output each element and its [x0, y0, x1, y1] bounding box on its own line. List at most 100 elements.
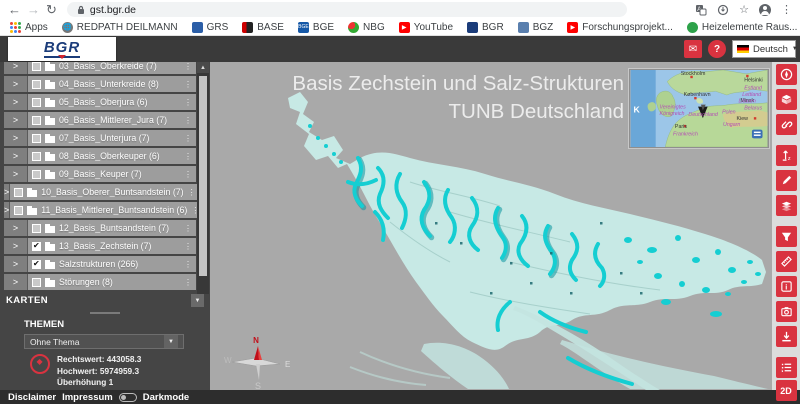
layer-menu-icon[interactable]: ⋮ [184, 242, 192, 251]
language-select[interactable]: Deutsch ▼ [732, 40, 796, 58]
expand-chevron-icon[interactable]: > [4, 76, 28, 92]
profile-avatar[interactable] [759, 4, 771, 16]
panel-drag-handle[interactable] [90, 312, 120, 314]
layer-row-10-basis-oberer-buntsandstein[interactable]: >10_Basis_Oberer_Buntsandstein (7)⋮ [4, 184, 196, 200]
layer-row-04-basis-unterkreide[interactable]: >04_Basis_Unterkreide (8)⋮ [4, 76, 196, 92]
2d-mode-button[interactable]: 2D [776, 380, 797, 401]
bookmark-bgz[interactable]: BGZ [518, 22, 554, 33]
layer-checkbox[interactable] [32, 62, 41, 71]
expand-chevron-icon[interactable]: > [4, 148, 28, 164]
overview-inset-map[interactable]: Stockholm Helsinki København Minsk Kiew … [629, 69, 769, 148]
expand-chevron-icon[interactable]: > [4, 274, 28, 290]
svg-text:Lettland: Lettland [742, 92, 762, 98]
expand-chevron-icon[interactable]: > [4, 166, 28, 182]
layer-checkbox[interactable] [32, 152, 41, 161]
layers-tool-button[interactable] [776, 195, 797, 216]
layer-checkbox[interactable] [32, 242, 41, 251]
expand-chevron-icon[interactable]: > [4, 62, 28, 74]
layer-menu-icon[interactable]: ⋮ [184, 98, 192, 107]
layer-checkbox[interactable] [32, 98, 41, 107]
layer-menu-icon[interactable]: ⋮ [184, 80, 192, 89]
bookmark-heizelemente[interactable]: Heizelemente Raus... [687, 22, 798, 33]
bookmark-bgr[interactable]: BGR [467, 22, 504, 33]
compass-tool-button[interactable] [776, 64, 797, 85]
bookmark-nbg[interactable]: NBG [348, 22, 385, 33]
layer-menu-icon[interactable]: ⋮ [184, 62, 192, 71]
download-tool-button[interactable] [776, 326, 797, 347]
address-bar[interactable]: gst.bgr.de [67, 2, 627, 17]
layer-row-06-basis-mittlerer-jura[interactable]: >06_Basis_Mittlerer_Jura (7)⋮ [4, 112, 196, 128]
layer-menu-icon[interactable]: ⋮ [184, 116, 192, 125]
bookmark-youtube[interactable]: ▶YouTube [399, 22, 453, 33]
measure-tool-button[interactable] [776, 251, 797, 272]
expand-chevron-icon[interactable]: > [4, 94, 28, 110]
scrollbar-thumb[interactable] [199, 76, 207, 276]
layer-row-11-basis-mittlerer-buntsandstein[interactable]: >11_Basis_Mittlerer_Buntsandstein (6)⋮ [4, 202, 196, 218]
layer-checkbox[interactable] [32, 260, 41, 269]
expand-chevron-icon[interactable]: > [4, 130, 28, 146]
layer-row-03-basis-oberkreide[interactable]: >03_Basis_Oberkreide (7)⋮ [4, 62, 196, 74]
apps-button[interactable]: Apps [10, 22, 48, 33]
disclaimer-link[interactable]: Disclaimer [8, 392, 56, 403]
layer-menu-icon[interactable]: ⋮ [184, 152, 192, 161]
layer-checkbox[interactable] [32, 80, 41, 89]
share-icon[interactable] [717, 4, 729, 16]
layer-checkbox[interactable] [32, 278, 41, 287]
layer-menu-icon[interactable]: ⋮ [184, 278, 192, 287]
layer-menu-icon[interactable]: ⋮ [184, 134, 192, 143]
karten-collapse-button[interactable]: ▼ [191, 294, 204, 307]
back-icon[interactable]: ← [8, 3, 21, 16]
layer-menu-icon[interactable]: ⋮ [184, 170, 192, 179]
map-3d-viewport[interactable]: N E S W Basis Zechstein und Salz-Struktu… [210, 62, 772, 390]
bookmark-base[interactable]: BASE [242, 22, 284, 33]
contact-mail-button[interactable]: ✉ [684, 40, 702, 58]
expand-chevron-icon[interactable]: > [4, 256, 28, 272]
layer-menu-icon[interactable]: ⋮ [188, 188, 196, 197]
bookmark-bge[interactable]: BGEBGE [298, 22, 334, 33]
screenshot-tool-button[interactable] [776, 301, 797, 322]
expand-chevron-icon[interactable]: > [4, 238, 28, 254]
layer-row-05-basis-oberjura[interactable]: >05_Basis_Oberjura (6)⋮ [4, 94, 196, 110]
bookmark-forschungsprojekt[interactable]: ▶Forschungsprojekt... [567, 22, 673, 33]
3d-export-tool-button[interactable] [776, 89, 797, 110]
help-button[interactable]: ? [708, 40, 726, 58]
layer-checkbox[interactable] [14, 188, 23, 197]
legend-tool-button[interactable] [776, 357, 797, 378]
z-scale-tool-button[interactable]: z [776, 145, 797, 166]
expand-chevron-icon[interactable]: > [4, 112, 28, 128]
bookmark-star-icon[interactable]: ☆ [739, 3, 749, 16]
layer-menu-icon[interactable]: ⋮ [184, 260, 192, 269]
layer-checkbox[interactable] [14, 206, 23, 215]
layer-row-stoerungen[interactable]: >Störungen (8)⋮ [4, 274, 196, 290]
expand-chevron-icon[interactable]: > [4, 220, 28, 236]
darkmode-toggle[interactable] [119, 393, 137, 402]
layer-checkbox[interactable] [32, 170, 41, 179]
svg-text:Litauen: Litauen [738, 99, 755, 105]
layer-menu-icon[interactable]: ⋮ [184, 224, 192, 233]
share-link-tool-button[interactable] [776, 114, 797, 135]
layer-row-salzstrukturen[interactable]: >Salzstrukturen (266)⋮ [4, 256, 196, 272]
forward-icon[interactable]: → [27, 3, 40, 16]
bgr-logo[interactable]: BGR [8, 37, 116, 61]
edit-tool-button[interactable] [776, 170, 797, 191]
filter-tool-button[interactable] [776, 226, 797, 247]
reload-icon[interactable]: ↻ [46, 3, 57, 16]
bookmark-grs[interactable]: GRS [192, 22, 229, 33]
layer-row-09-basis-keuper[interactable]: >09_Basis_Keuper (7)⋮ [4, 166, 196, 182]
layer-row-13-basis-zechstein[interactable]: >13_Basis_Zechstein (7)⋮ [4, 238, 196, 254]
impressum-link[interactable]: Impressum [62, 392, 113, 403]
layer-row-12-basis-buntsandstein[interactable]: >12_Basis_Buntsandstein (7)⋮ [4, 220, 196, 236]
theme-select[interactable]: Ohne Thema ▼ [24, 334, 184, 349]
layer-checkbox[interactable] [32, 134, 41, 143]
folder-icon [45, 172, 55, 179]
layer-checkbox[interactable] [32, 116, 41, 125]
browser-menu-icon[interactable]: ⋮ [781, 3, 792, 16]
translate-icon[interactable]: A [695, 4, 707, 16]
layer-checkbox[interactable] [32, 224, 41, 233]
info-tool-button[interactable]: i [776, 276, 797, 297]
layer-row-07-basis-unterjura[interactable]: >07_Basis_Unterjura (7)⋮ [4, 130, 196, 146]
scroll-up-icon[interactable]: ▲ [197, 62, 209, 73]
bookmark-redpath[interactable]: 🌐REDPATH DEILMANN [62, 22, 178, 33]
layer-row-08-basis-oberkeuper[interactable]: >08_Basis_Oberkeuper (6)⋮ [4, 148, 196, 164]
tree-scrollbar[interactable]: ▲ [197, 62, 209, 294]
